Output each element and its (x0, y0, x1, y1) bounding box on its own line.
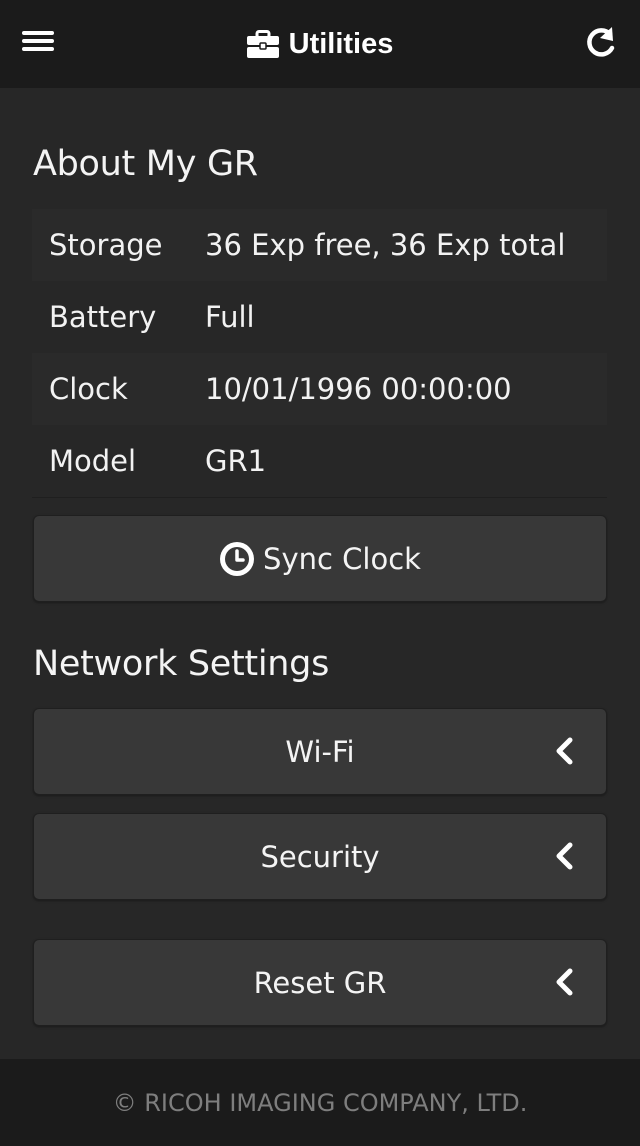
info-value: 10/01/1996 00:00:00 (205, 372, 512, 406)
info-row-storage: Storage 36 Exp free, 36 Exp total (32, 209, 607, 281)
chevron-left-icon (556, 968, 573, 996)
about-section-title: About My GR (33, 144, 258, 184)
info-label: Battery (49, 300, 157, 334)
info-row-battery: Battery Full (32, 281, 607, 353)
info-label: Model (49, 444, 137, 478)
info-value: GR1 (205, 444, 267, 478)
briefcase-icon (246, 30, 279, 58)
network-section-title: Network Settings (33, 644, 330, 684)
reset-gr-label: Reset GR (253, 965, 387, 1000)
device-info-table: Storage 36 Exp free, 36 Exp total Batter… (32, 209, 607, 498)
app-footer: © RICOH IMAGING COMPANY, LTD. (0, 1059, 640, 1146)
reset-gr-button[interactable]: Reset GR (33, 939, 607, 1026)
info-label: Storage (49, 228, 163, 262)
security-button[interactable]: Security (33, 813, 607, 900)
chevron-left-icon (556, 737, 573, 765)
refresh-icon[interactable] (580, 24, 620, 64)
info-label: Clock (49, 372, 128, 406)
clock-icon (220, 541, 255, 576)
hamburger-menu-icon[interactable] (22, 28, 58, 58)
copyright-text: © RICOH IMAGING COMPANY, LTD. (112, 1088, 528, 1117)
app-header: Utilities (0, 0, 640, 88)
info-value: Full (205, 300, 255, 334)
page-title: Utilities (0, 0, 640, 88)
info-value: 36 Exp free, 36 Exp total (205, 228, 566, 262)
wifi-label: Wi-Fi (285, 734, 355, 769)
wifi-button[interactable]: Wi-Fi (33, 708, 607, 795)
info-row-clock: Clock 10/01/1996 00:00:00 (32, 353, 607, 425)
sync-clock-button[interactable]: Sync Clock (33, 515, 607, 602)
chevron-left-icon (556, 842, 573, 870)
security-label: Security (260, 839, 380, 874)
info-row-model: Model GR1 (32, 425, 607, 497)
sync-clock-label: Sync Clock (263, 541, 421, 576)
header-title-text: Utilities (288, 27, 394, 60)
